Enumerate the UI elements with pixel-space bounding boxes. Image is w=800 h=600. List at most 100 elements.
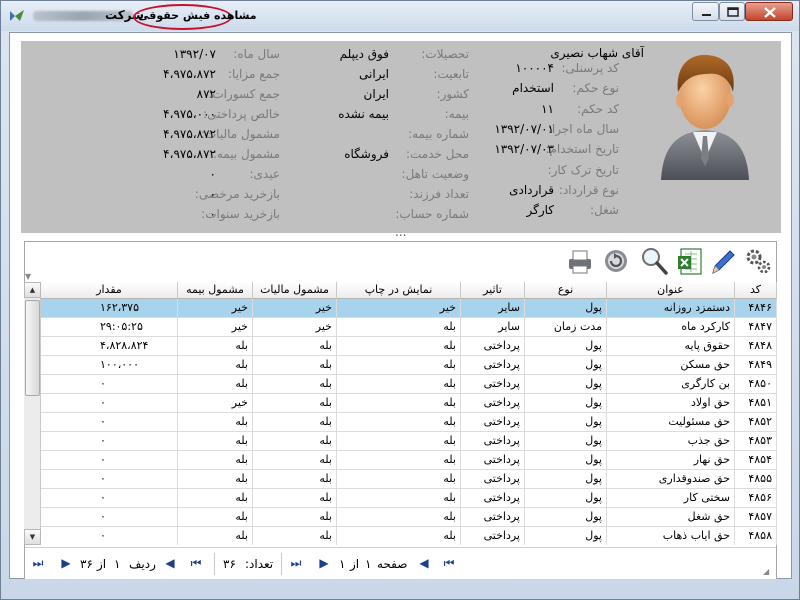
row-prev-button[interactable]: ◀︎	[163, 556, 177, 570]
column-header[interactable]: مقدار	[41, 282, 178, 299]
column-header[interactable]: مشمول بیمه	[178, 282, 253, 299]
info-value: ۱۱	[541, 101, 554, 116]
table-cell: بله	[178, 489, 253, 508]
table-cell: بله	[337, 356, 461, 375]
table-cell: پول	[525, 394, 607, 413]
table-cell: بله	[253, 394, 337, 413]
info-label: نوع قرارداد:	[558, 182, 619, 197]
table-cell: خیر	[178, 394, 253, 413]
table-cell: پرداختی	[461, 337, 525, 356]
table-row[interactable]: ۴۸۵۱ حق اولاد پول پرداختی بله بله خیر ۰	[24, 394, 777, 413]
table-row[interactable]: ۴۸۵۳ حق جذب پول پرداختی بله بله بله ۰	[24, 432, 777, 451]
pager-separator	[214, 553, 215, 575]
employee-avatar	[661, 54, 749, 180]
table-cell: پول	[525, 527, 607, 545]
column-header[interactable]: تاثیر	[461, 282, 525, 299]
scroll-thumb[interactable]	[25, 300, 40, 396]
table-cell: خیر	[178, 299, 253, 318]
maximize-button[interactable]	[719, 2, 745, 21]
table-cell: ۴۸۵۱	[735, 394, 777, 413]
table-cell: بله	[253, 451, 337, 470]
column-header[interactable]: عنوان	[607, 282, 735, 299]
toolbar-dropdown-arrow[interactable]: ▼	[25, 272, 31, 281]
row-first-button[interactable]: ⏮︎	[189, 556, 203, 570]
table-row[interactable]: ۴۸۵۸ حق ایاب ذهاب پول پرداختی بله بله بله ۰	[24, 527, 777, 545]
resize-grip[interactable]: ◢	[763, 567, 769, 576]
table-cell: بله	[178, 356, 253, 375]
settings-icon[interactable]	[743, 245, 773, 277]
table-cell: حق شغل	[607, 508, 735, 527]
table-cell: بله	[337, 318, 461, 337]
info-value: بیمه نشده	[338, 107, 389, 121]
table-row[interactable]: ۴۸۴۹ حق مسکن پول پرداختی بله بله بله ۱۰۰،۰۰۰	[24, 356, 777, 375]
info-label: تعداد فرزند:	[409, 187, 469, 201]
scroll-up-button[interactable]: ▲	[24, 282, 41, 298]
table-cell: پرداختی	[461, 356, 525, 375]
page-next-button[interactable]: ▶︎	[317, 556, 331, 570]
row-last-button[interactable]: ⏭︎	[31, 556, 45, 570]
record-count-value: ۳۶	[223, 557, 236, 571]
table-cell: دستمزد روزانه	[607, 299, 735, 318]
table-cell: ۴۸۴۶	[735, 299, 777, 318]
table-cell: بله	[337, 375, 461, 394]
summary-value: ۰	[209, 167, 216, 181]
edit-icon[interactable]	[707, 245, 737, 277]
table-cell: بله	[253, 413, 337, 432]
table-row[interactable]: ۴۸۵۵ حق صندوقداری پول پرداختی بله بله بله ۰	[24, 470, 777, 489]
table-row[interactable]: ۴۸۵۴ حق نهار پول پرداختی بله بله بله ۰	[24, 451, 777, 470]
info-label: شماره حساب:	[395, 207, 469, 221]
info-label: سال ماه اجرا:	[547, 121, 619, 136]
table-cell: بله	[178, 470, 253, 489]
scroll-down-button[interactable]: ▼	[24, 529, 41, 545]
table-cell: ۱۰۰،۰۰۰	[41, 356, 178, 375]
page-first-button[interactable]: ⏮︎	[442, 556, 456, 570]
table-row[interactable]: ۴۸۵۲ حق مسئولیت پول پرداختی بله بله بله ۰	[24, 413, 777, 432]
table-row[interactable]: ۴۸۴۶ دستمزد روزانه پول سایر خیر خیر خیر ۱۶۲،۳۷۵	[24, 299, 777, 318]
table-cell: ۰	[41, 489, 178, 508]
print-icon[interactable]	[565, 245, 595, 277]
info-value: ۱۳۹۲/۰۷/۰۱	[494, 121, 554, 136]
column-header[interactable]: مشمول مالیات	[253, 282, 337, 299]
table-cell: پرداختی	[461, 432, 525, 451]
table-row[interactable]: ۴۸۴۸ حقوق پایه پول پرداختی بله بله بله ۴،۸۲۸،۸۲…	[24, 337, 777, 356]
app-icon	[10, 10, 24, 21]
table-cell: حق مسئولیت	[607, 413, 735, 432]
row-next-button[interactable]: ▶︎	[59, 556, 73, 570]
info-label: شغل:	[590, 203, 619, 218]
table-cell: حقوق پایه	[607, 337, 735, 356]
info-value: فوق دیپلم	[339, 47, 389, 61]
column-header[interactable]: نوع	[525, 282, 607, 299]
search-icon[interactable]	[639, 245, 669, 277]
table-row[interactable]: ۴۸۵۷ حق شغل پول پرداختی بله بله بله ۰	[24, 508, 777, 527]
page-prev-button[interactable]: ◀︎	[417, 556, 431, 570]
table-cell: پرداختی	[461, 527, 525, 545]
column-header[interactable]: نمایش در چاپ	[337, 282, 461, 299]
page-word: صفحه	[377, 557, 408, 571]
close-button[interactable]	[745, 2, 793, 21]
summary-value: ۰	[209, 187, 216, 201]
summary-label: جمع مزایا:	[228, 67, 280, 81]
table-cell: بله	[337, 432, 461, 451]
table-cell: بله	[253, 337, 337, 356]
pager-separator	[281, 553, 282, 575]
page-last-button[interactable]: ⏭︎	[289, 556, 303, 570]
table-row[interactable]: ۴۸۵۰ بن کارگری پول پرداختی بله بله بله ۰	[24, 375, 777, 394]
grid-scrollbar[interactable]: ▲ ▼	[24, 282, 41, 545]
table-row[interactable]: ۴۸۵۶ سختی کار پول پرداختی بله بله بله ۰	[24, 489, 777, 508]
info-label: تابعیت:	[433, 67, 469, 81]
table-cell: بله	[253, 527, 337, 545]
excel-icon[interactable]	[675, 245, 705, 277]
column-header[interactable]: کد	[735, 282, 777, 299]
page-of: از	[350, 557, 360, 571]
expand-details-dots[interactable]: ...	[395, 225, 406, 239]
refresh-icon[interactable]	[601, 245, 631, 277]
info-value: کارگر	[526, 203, 555, 218]
record-count-label: تعداد:	[245, 557, 274, 571]
table-cell: حق نهار	[607, 451, 735, 470]
items-grid[interactable]: کد عنوان نوع تاثیر نمایش در چاپ مشمول مالیات م…	[24, 282, 777, 545]
table-row[interactable]: ۴۸۴۷ کارکرد ماه مدت زمان سایر بله خیر خیر ۲۹:۰۵…	[24, 318, 777, 337]
table-cell: ۴۸۵۵	[735, 470, 777, 489]
minimize-button[interactable]	[692, 2, 719, 21]
table-cell: پول	[525, 451, 607, 470]
table-cell: ۰	[41, 508, 178, 527]
